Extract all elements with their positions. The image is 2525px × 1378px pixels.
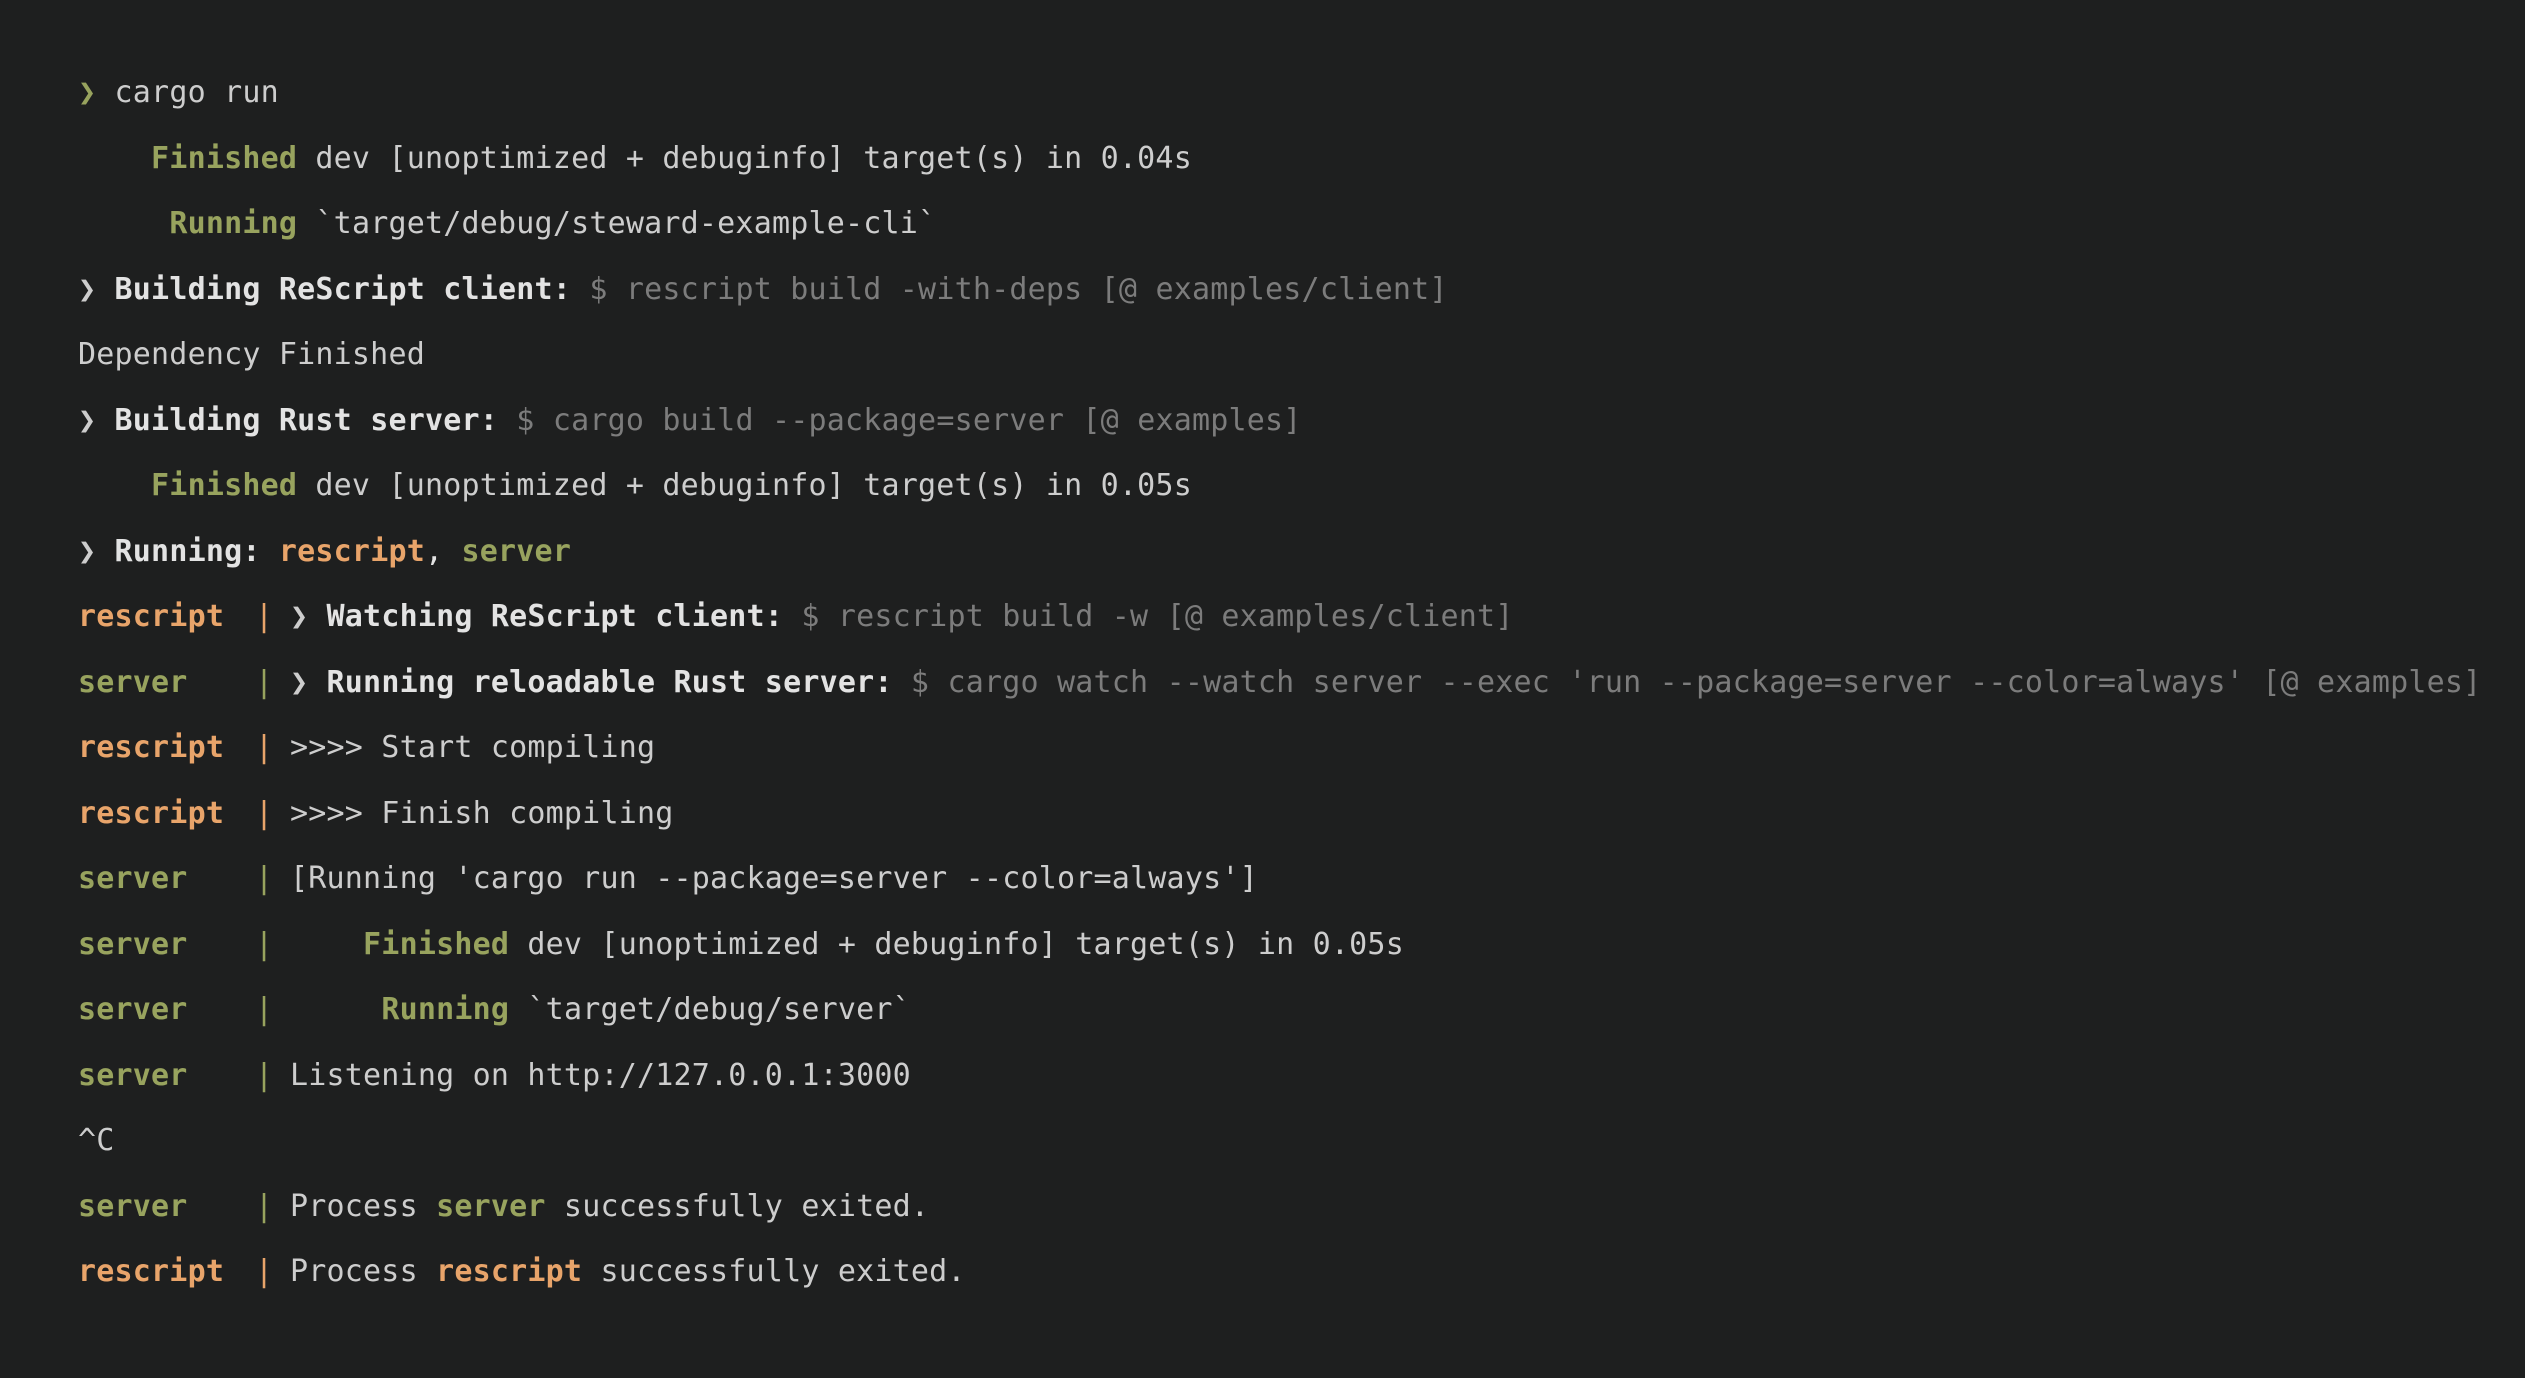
terminal-line-finished-cli: Finished dev [unoptimized + debuginfo] t… [78,126,2525,192]
process-name-rescript: rescript [436,1254,583,1289]
log-pipe-separator: | [255,861,274,896]
terminal-line-running-cli: Running `target/debug/steward-example-cl… [78,191,2525,257]
output-text: successfully exited. [545,1188,930,1224]
log-pipe-separator: | [255,599,274,634]
task-label: Building ReScript client: [114,271,572,307]
terminal-line-cargo-run: ❯ cargo run [78,60,2525,126]
terminal-line-server-running: server | Running `target/debug/server` [78,977,2525,1043]
status-detail: dev [unoptimized + debuginfo] target(s) … [315,468,1192,503]
terminal-line-watching-rescript-client: rescript | ❯ Watching ReScript client: $ r… [78,584,2525,650]
output-text: [Running 'cargo run --package=server --c… [290,861,1258,896]
output-text: successfully exited. [582,1254,966,1289]
prompt-chevron-icon: ❯ [78,533,97,569]
log-prefix-server: server [78,861,188,896]
status-detail: dev [unoptimized + debuginfo] target(s) … [315,140,1192,176]
log-prefix-rescript: rescript [78,795,225,831]
status-detail: `target/debug/steward-example-cli` [315,206,937,241]
log-pipe-separator: | [255,730,274,765]
command-text: cargo watch --watch server --exec 'run -… [947,664,2482,700]
prompt-chevron-icon: ❯ [290,599,309,634]
command-text: cargo build --package=server [@ examples… [552,402,1302,438]
dollar-sign-icon: $ [801,599,820,634]
terminal-line-building-rust-server: ❯ Building Rust server: $ cargo build --… [78,388,2525,454]
terminal-line-finished-server-build: Finished dev [unoptimized + debuginfo] t… [78,453,2525,519]
terminal-line-building-rescript-client: ❯ Building ReScript client: $ rescript b… [78,257,2525,323]
log-prefix-server: server [78,926,188,962]
process-name-server: server [461,533,572,569]
status-running: Running [381,992,510,1027]
terminal-window[interactable]: ❯ cargo run Finished dev [unoptimized + … [0,0,2525,1378]
status-finished: Finished [151,140,298,176]
log-pipe-separator: | [255,664,274,700]
output-text: Dependency Finished [78,337,425,372]
task-label: Running: [114,533,261,569]
terminal-line-server-finished: server | Finished dev [unoptimized + debu… [78,912,2525,978]
task-label: Watching ReScript client: [326,599,784,634]
log-prefix-rescript: rescript [78,599,225,634]
log-prefix-server: server [78,1057,188,1093]
command-text: cargo run [114,75,279,110]
status-detail: dev [unoptimized + debuginfo] target(s) … [527,926,1404,962]
output-text: Process [290,1254,437,1289]
process-name-rescript: rescript [278,533,425,569]
terminal-line-running-reloadable-rust-server: server | ❯ Running reloadable Rust server:… [78,650,2525,716]
log-pipe-separator: | [255,992,274,1027]
log-prefix-rescript: rescript [78,1254,225,1289]
prompt-chevron-icon: ❯ [78,402,97,438]
output-text: >>>> Start compiling [290,730,656,765]
log-prefix-server: server [78,992,188,1027]
prompt-chevron-icon: ❯ [78,271,97,307]
terminal-line-server-exited: server | Process server successfully exite… [78,1174,2525,1240]
interrupt-signal-text: ^C [78,1123,115,1158]
task-label: Building Rust server: [114,402,499,438]
terminal-line-dependency-finished: Dependency Finished [78,322,2525,388]
process-name-server: server [436,1188,546,1224]
dollar-sign-icon: $ [910,664,930,700]
terminal-line-start-compiling: rescript | >>>> Start compiling [78,715,2525,781]
dollar-sign-icon: $ [589,271,608,307]
log-pipe-separator: | [255,1188,274,1224]
log-prefix-rescript: rescript [78,730,225,765]
status-running: Running [169,206,298,241]
dollar-sign-icon: $ [516,402,535,438]
prompt-chevron-icon: ❯ [78,75,97,110]
terminal-line-rescript-exited: rescript | Process rescript successfully e… [78,1239,2525,1305]
terminal-line-interrupt: ^C [78,1108,2525,1174]
status-detail: `target/debug/server` [527,992,911,1027]
terminal-line-finish-compiling: rescript | >>>> Finish compiling [78,781,2525,847]
output-text: Listening on http://127.0.0.1:3000 [290,1057,911,1093]
log-pipe-separator: | [255,926,274,962]
terminal-line-listening: server | Listening on http://127.0.0.1:300… [78,1043,2525,1109]
log-prefix-server: server [78,1188,188,1224]
terminal-line-cargo-run-invocation: server | [Running 'cargo run --package=ser… [78,846,2525,912]
output-text: >>>> Finish compiling [290,795,674,831]
log-pipe-separator: | [255,795,274,831]
task-label: Running reloadable Rust server: [326,664,893,700]
log-prefix-server: server [78,664,188,700]
prompt-chevron-icon: ❯ [290,664,309,700]
log-pipe-separator: | [255,1057,274,1093]
command-text: rescript build -with-deps [@ examples/cl… [625,271,1448,307]
status-finished: Finished [151,468,298,503]
status-finished: Finished [363,926,510,962]
separator: , [424,533,444,569]
log-pipe-separator: | [255,1254,274,1289]
command-text: rescript build -w [@ examples/client] [837,599,1514,634]
terminal-line-running-processes: ❯ Running: rescript, server [78,519,2525,585]
output-text: Process [290,1188,437,1224]
